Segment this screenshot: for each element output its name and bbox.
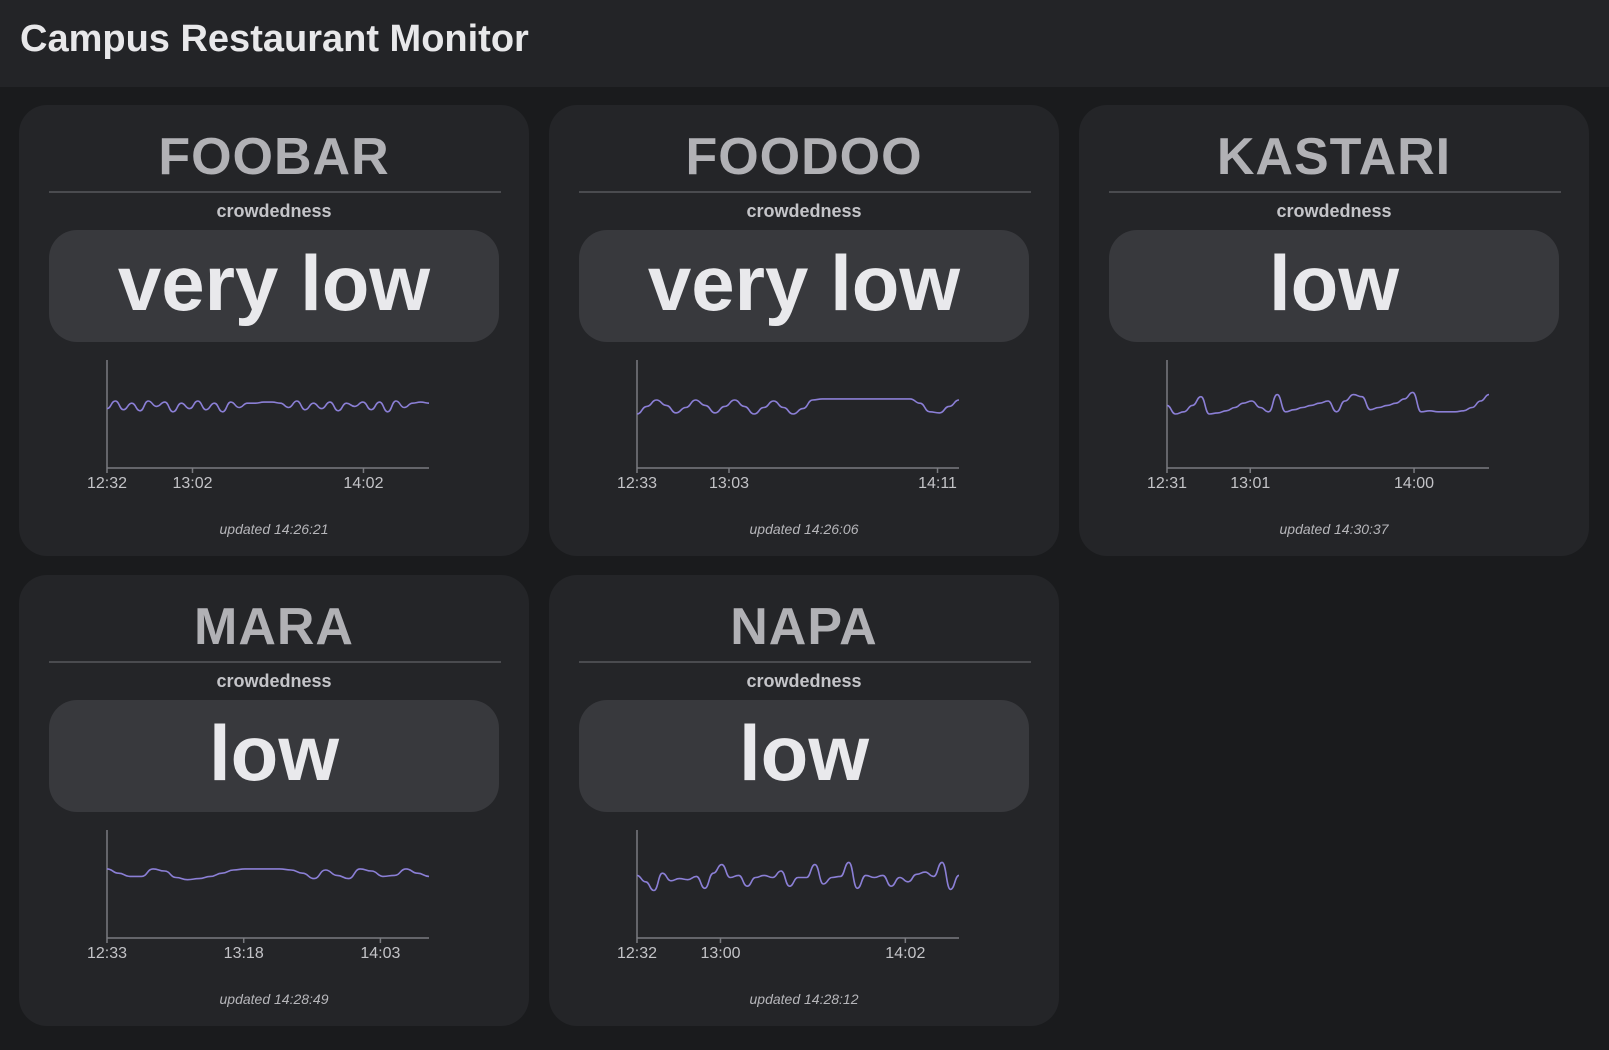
crowdedness-chart: 12:33 13:18 14:03 bbox=[87, 830, 430, 962]
x-tick-label: 12:32 bbox=[617, 945, 657, 962]
restaurant-card-foodoo: FOODOO crowdedness very low 12:33 13:03 14… bbox=[549, 105, 1059, 556]
crowdedness-chart: 12:33 13:03 14:11 bbox=[617, 360, 960, 492]
metric-label: crowdedness bbox=[216, 671, 332, 691]
x-tick-label: 13:03 bbox=[709, 475, 749, 492]
restaurant-name: NAPA bbox=[730, 598, 878, 656]
divider bbox=[579, 191, 1031, 193]
restaurant-grid: FOOBAR crowdedness very low 12:32 13:02 14… bbox=[0, 87, 1609, 1050]
x-tick-label: 12:31 bbox=[1147, 475, 1187, 492]
crowdedness-level: low bbox=[1269, 238, 1399, 327]
divider bbox=[1109, 191, 1561, 193]
restaurant-card-mara: MARA crowdedness low 12:33 13:18 14:03 upd… bbox=[19, 575, 529, 1026]
divider bbox=[49, 191, 501, 193]
app-title: Campus Restaurant Monitor bbox=[20, 18, 529, 60]
restaurant-name: KASTARI bbox=[1216, 128, 1452, 186]
crowdedness-level: low bbox=[739, 708, 869, 797]
metric-label: crowdedness bbox=[1276, 201, 1392, 221]
metric-label: crowdedness bbox=[746, 671, 862, 691]
crowdedness-series-line bbox=[636, 861, 960, 892]
restaurant-name: MARA bbox=[194, 598, 354, 656]
x-tick-label: 14:02 bbox=[885, 945, 925, 962]
restaurant-name: FOOBAR bbox=[158, 128, 390, 186]
divider bbox=[579, 661, 1031, 663]
x-tick-label: 14:11 bbox=[918, 475, 957, 492]
crowdedness-level-box: low bbox=[49, 700, 499, 812]
x-tick-label: 14:00 bbox=[1394, 475, 1434, 492]
crowdedness-level: low bbox=[209, 708, 339, 797]
updated-timestamp: updated 14:26:06 bbox=[749, 521, 859, 537]
crowdedness-level-box: very low bbox=[579, 230, 1029, 342]
top-bar: Campus Restaurant Monitor bbox=[0, 0, 1609, 87]
crowdedness-level: very low bbox=[117, 238, 431, 327]
x-tick-label: 13:18 bbox=[224, 945, 264, 962]
crowdedness-level-box: low bbox=[579, 700, 1029, 812]
updated-timestamp: updated 14:28:12 bbox=[749, 991, 859, 1007]
x-tick-label: 12:32 bbox=[87, 475, 127, 492]
x-tick-label: 12:33 bbox=[617, 475, 657, 492]
updated-timestamp: updated 14:26:21 bbox=[219, 521, 329, 537]
crowdedness-series-line bbox=[106, 400, 430, 413]
divider bbox=[49, 661, 501, 663]
updated-timestamp: updated 14:30:37 bbox=[1279, 521, 1389, 537]
x-tick-label: 13:02 bbox=[172, 475, 212, 492]
updated-timestamp: updated 14:28:49 bbox=[219, 991, 329, 1007]
crowdedness-level-box: low bbox=[1109, 230, 1559, 342]
crowdedness-chart: 12:32 13:02 14:02 bbox=[87, 360, 430, 492]
metric-label: crowdedness bbox=[746, 201, 862, 221]
metric-label: crowdedness bbox=[216, 201, 332, 221]
crowdedness-series-line bbox=[106, 868, 430, 881]
x-tick-label: 13:01 bbox=[1230, 475, 1270, 492]
crowdedness-chart: 12:32 13:00 14:02 bbox=[617, 830, 960, 962]
restaurant-name: FOODOO bbox=[685, 128, 923, 186]
x-tick-label: 13:00 bbox=[700, 945, 740, 962]
restaurant-card-napa: NAPA crowdedness low 12:32 13:00 14:02 upd… bbox=[549, 575, 1059, 1026]
crowdedness-level-box: very low bbox=[49, 230, 499, 342]
restaurant-card-foobar: FOOBAR crowdedness very low 12:32 13:02 14… bbox=[19, 105, 529, 556]
restaurant-card-kastari: KASTARI crowdedness low 12:31 13:01 14:00 … bbox=[1079, 105, 1589, 556]
x-tick-label: 14:03 bbox=[360, 945, 400, 962]
crowdedness-level: very low bbox=[647, 238, 961, 327]
x-tick-label: 14:02 bbox=[343, 475, 383, 492]
crowdedness-chart: 12:31 13:01 14:00 bbox=[1147, 360, 1490, 492]
crowdedness-series-line bbox=[1166, 391, 1490, 415]
crowdedness-series-line bbox=[636, 398, 960, 415]
x-tick-label: 12:33 bbox=[87, 945, 127, 962]
